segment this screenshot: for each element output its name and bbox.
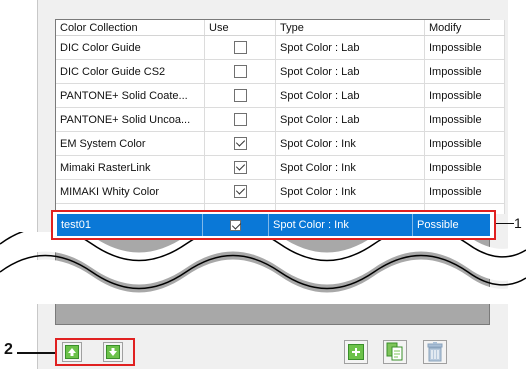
plus-icon: [348, 344, 364, 360]
copy-button[interactable]: [383, 340, 407, 364]
row-modify: Impossible: [424, 107, 505, 132]
move-down-button[interactable]: [103, 342, 123, 362]
wave-break-icon: [0, 232, 526, 304]
use-checkbox[interactable]: [233, 161, 247, 174]
row-type: Spot Color : Lab: [275, 59, 425, 84]
row-use[interactable]: [204, 59, 276, 84]
use-checkbox[interactable]: [233, 137, 247, 150]
callout-2-number: 2: [4, 341, 13, 358]
row-name: DIC Color Guide CS2: [56, 59, 205, 84]
use-checkbox[interactable]: [233, 113, 247, 126]
table-row[interactable]: EM System Color Spot Color : Ink Impossibl…: [56, 131, 505, 156]
row-modify: Impossible: [424, 131, 505, 156]
row-use[interactable]: [204, 83, 276, 108]
selected-row-modify: Possible: [417, 219, 459, 231]
copy-pages-icon: [386, 342, 403, 361]
row-modify: Impossible: [424, 83, 505, 108]
table-row[interactable]: MIMAKI Whity Color Spot Color : Ink Imposs…: [56, 179, 505, 204]
table-row[interactable]: PANTONE+ Solid Uncoa... Spot Color : Lab I…: [56, 107, 505, 132]
row-type: Spot Color : Lab: [275, 107, 425, 132]
trash-icon: [427, 342, 443, 362]
header-color-collection[interactable]: Color Collection: [56, 20, 205, 36]
use-checkbox[interactable]: [233, 41, 247, 54]
row-type: Spot Color : Ink: [275, 155, 425, 180]
selected-table-row[interactable]: test01 Spot Color : Ink Possible: [57, 214, 490, 236]
table-row[interactable]: DIC Color Guide CS2 Spot Color : Lab Impos…: [56, 59, 505, 84]
row-use[interactable]: [204, 131, 276, 156]
row-name: MIMAKI Whity Color: [56, 179, 205, 204]
callout-1-number: 1: [514, 215, 522, 231]
callout-2-line: [17, 352, 55, 354]
use-checkbox[interactable]: [233, 185, 247, 198]
row-use[interactable]: [204, 35, 276, 60]
callout-1-line: [496, 223, 514, 224]
header-use[interactable]: Use: [204, 20, 276, 36]
row-type: Spot Color : Lab: [275, 35, 425, 60]
row-modify: Impossible: [424, 59, 505, 84]
selected-row-highlight: test01 Spot Color : Ink Possible: [51, 210, 496, 240]
row-use[interactable]: [204, 107, 276, 132]
down-arrow-icon: [106, 345, 120, 359]
delete-button[interactable]: [423, 340, 447, 364]
use-checkbox[interactable]: [233, 65, 247, 78]
row-modify: Impossible: [424, 35, 505, 60]
add-button[interactable]: [344, 340, 368, 364]
selected-row-use[interactable]: [203, 214, 269, 236]
row-modify: Impossible: [424, 179, 505, 204]
table-row[interactable]: DIC Color Guide Spot Color : Lab Impossibl…: [56, 35, 505, 60]
row-name: EM System Color: [56, 131, 205, 156]
row-type: Spot Color : Lab: [275, 83, 425, 108]
selected-row-name: test01: [57, 214, 203, 236]
table-row[interactable]: PANTONE+ Solid Coate... Spot Color : Lab I…: [56, 83, 505, 108]
table-header-row: Color Collection Use Type Modify: [56, 20, 505, 36]
row-type: Spot Color : Ink: [275, 179, 425, 204]
use-checkbox[interactable]: [230, 219, 241, 231]
use-checkbox[interactable]: [233, 89, 247, 102]
row-type: Spot Color : Ink: [275, 131, 425, 156]
row-name: Mimaki RasterLink: [56, 155, 205, 180]
up-arrow-icon: [65, 345, 79, 359]
table-row[interactable]: Mimaki RasterLink Spot Color : Ink Impossi…: [56, 155, 505, 180]
row-name: PANTONE+ Solid Uncoa...: [56, 107, 205, 132]
selected-row-type: Spot Color : Ink: [269, 214, 413, 236]
header-type[interactable]: Type: [275, 20, 425, 36]
row-modify: Impossible: [424, 155, 505, 180]
move-up-button[interactable]: [62, 342, 82, 362]
row-use[interactable]: [204, 155, 276, 180]
color-collection-table: Color Collection Use Type Modify DIC Col…: [56, 20, 505, 214]
row-use[interactable]: [204, 179, 276, 204]
row-name: DIC Color Guide: [56, 35, 205, 60]
header-modify[interactable]: Modify: [424, 20, 505, 36]
row-name: PANTONE+ Solid Coate...: [56, 83, 205, 108]
